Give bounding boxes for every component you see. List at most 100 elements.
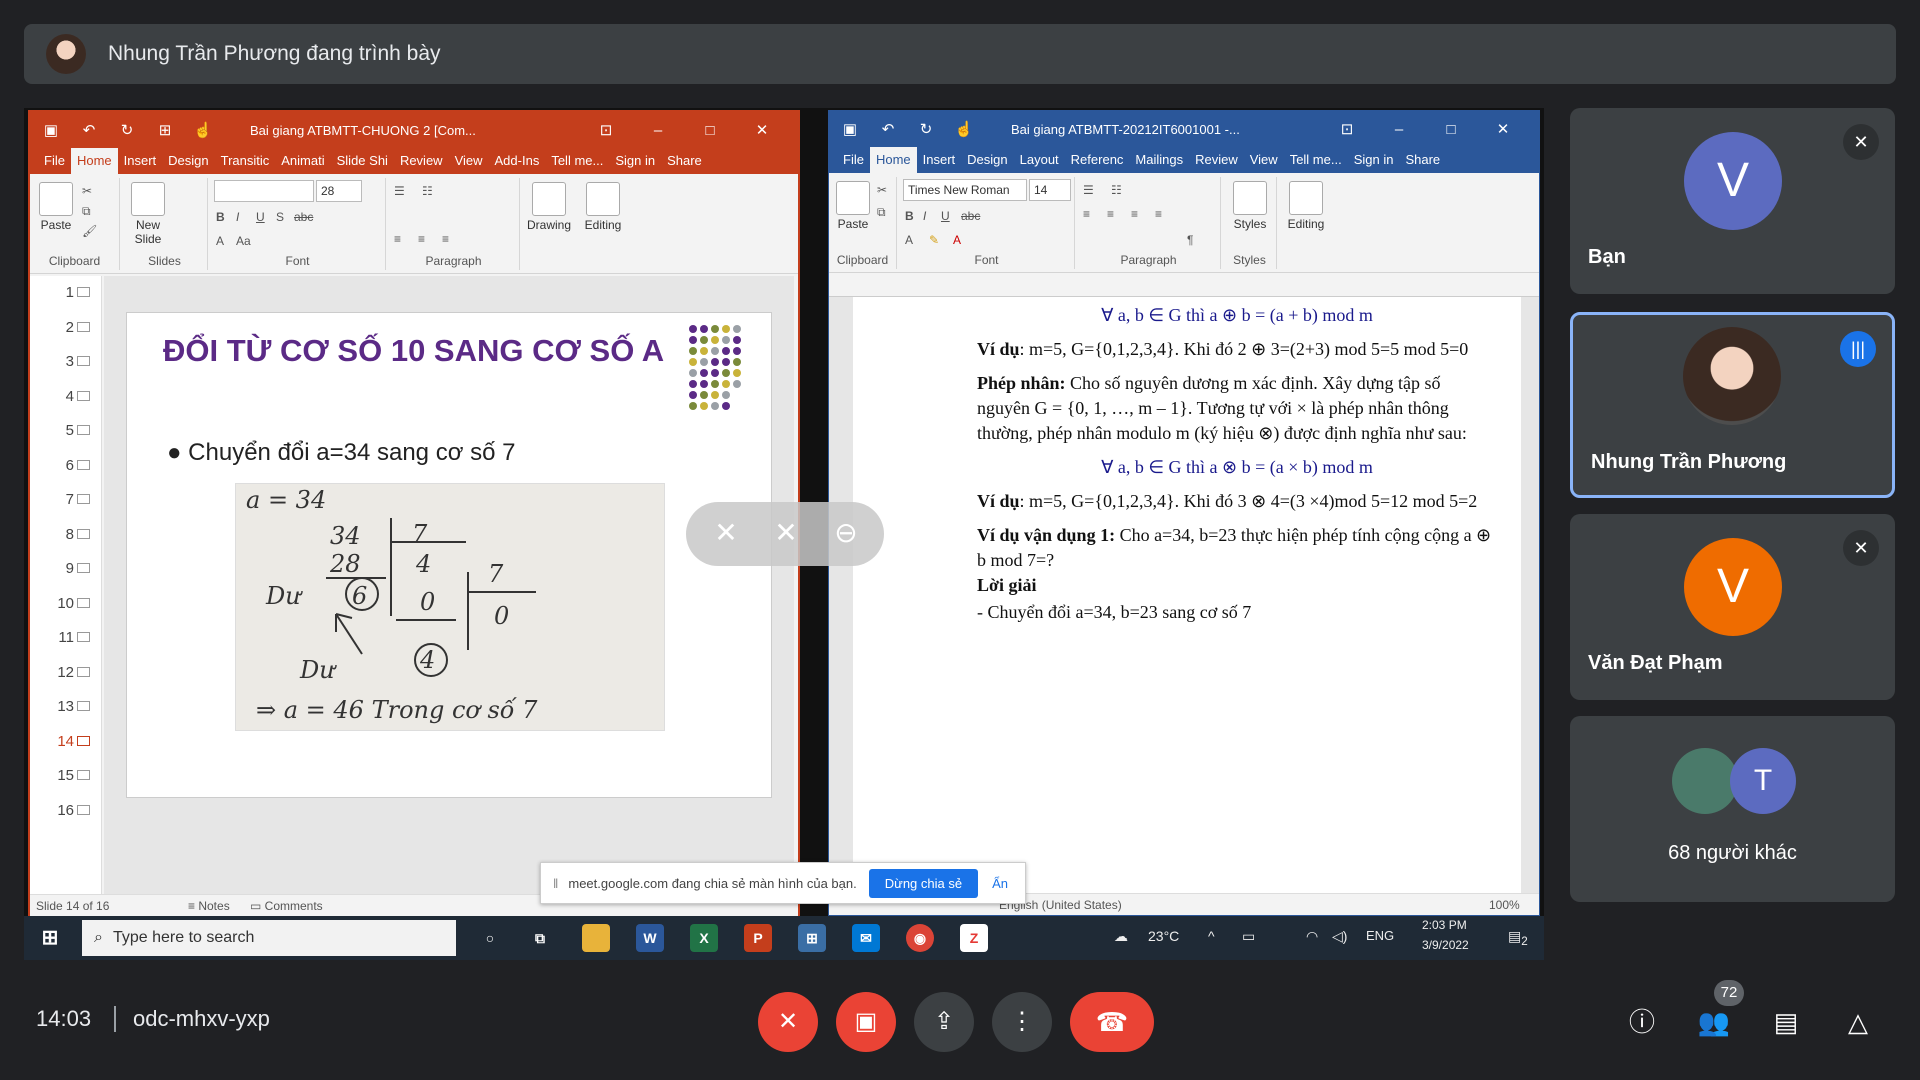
slide-thumbnail[interactable]: 6 — [30, 457, 90, 474]
slide-thumbnail[interactable]: 9 — [30, 560, 90, 577]
chrome-app-icon[interactable]: ◉ — [906, 924, 934, 952]
tab-design[interactable]: Design — [961, 147, 1013, 173]
input-language[interactable]: ENG — [1366, 928, 1394, 943]
unpin-icon[interactable]: ✕ — [708, 516, 744, 552]
editing-button[interactable]: Editing — [1281, 181, 1331, 231]
minimize-button[interactable]: – — [1373, 121, 1425, 138]
redo-icon[interactable]: ↻ — [915, 120, 937, 138]
weather-temp[interactable]: 23°C — [1148, 928, 1179, 944]
share-button[interactable]: Share — [1399, 147, 1446, 173]
excel-app-icon[interactable]: X — [690, 924, 718, 952]
bold-button[interactable]: B — [216, 210, 225, 224]
ribbon-display-icon[interactable]: ⊡ — [1321, 120, 1373, 138]
present-button[interactable]: ⇪ — [914, 992, 974, 1052]
styles-button[interactable]: Styles — [1227, 181, 1273, 231]
minimize-button[interactable]: – — [632, 122, 684, 139]
battery-icon[interactable]: ▭ — [1242, 928, 1255, 945]
participant-tile-presenter[interactable]: ||| Nhung Trần Phương — [1570, 312, 1895, 498]
tab-transitions[interactable]: Transitic — [215, 148, 276, 174]
tab-review[interactable]: Review — [394, 148, 449, 174]
numbering-icon[interactable]: ☷ — [1111, 183, 1122, 197]
save-icon[interactable]: ▣ — [40, 121, 62, 139]
remove-icon[interactable]: ⊖ — [828, 516, 864, 552]
slide-thumbnail[interactable]: 1 — [30, 284, 90, 301]
undo-icon[interactable]: ↶ — [78, 121, 100, 139]
weather-icon[interactable]: ☁ — [1114, 928, 1128, 945]
align-center-icon[interactable]: ≡ — [418, 232, 425, 246]
participant-tile-others[interactable]: T 68 người khác — [1570, 716, 1895, 902]
notification-icon[interactable]: ▤2 — [1508, 928, 1528, 948]
comments-button[interactable]: ▭ Comments — [250, 899, 323, 913]
microphone-toggle-button[interactable]: ✕ — [758, 992, 818, 1052]
slide-thumbnail[interactable]: 11 — [30, 629, 90, 646]
word-app-icon[interactable]: W — [636, 924, 664, 952]
tab-layout[interactable]: Layout — [1014, 147, 1065, 173]
share-button[interactable]: Share — [661, 148, 708, 174]
tab-insert[interactable]: Insert — [118, 148, 163, 174]
document-text[interactable]: ∀ a, b ∈ G thì a ⊕ b = (a + b) mod m Ví … — [977, 303, 1497, 634]
paste-button[interactable]: Paste — [36, 182, 76, 232]
taskbar-search[interactable]: ⌕ Type here to search — [82, 920, 456, 956]
align-right-icon[interactable]: ≡ — [442, 232, 449, 246]
powerpoint-app-icon[interactable]: P — [744, 924, 772, 952]
file-explorer-icon[interactable] — [582, 924, 610, 952]
font-color-button[interactable]: A — [953, 233, 961, 247]
sign-in-link[interactable]: Sign in — [1348, 147, 1400, 173]
sign-in-link[interactable]: Sign in — [609, 148, 661, 174]
cut-icon[interactable]: ✂ — [82, 184, 92, 198]
slide[interactable]: ĐỔI TỪ CƠ SỐ 10 SANG CƠ SỐ A ● Chuyển đổ… — [126, 312, 772, 798]
chat-button[interactable]: ▤ — [1766, 1002, 1806, 1042]
tab-view[interactable]: View — [449, 148, 489, 174]
ribbon-display-icon[interactable]: ⊡ — [580, 121, 632, 139]
tab-view[interactable]: View — [1244, 147, 1284, 173]
tab-addins[interactable]: Add-Ins — [489, 148, 546, 174]
mute-icon[interactable]: ✕ — [768, 516, 804, 552]
align-left-icon[interactable]: ≡ — [1083, 207, 1090, 221]
slide-thumbnail[interactable]: 2 — [30, 319, 90, 336]
slide-thumbnail[interactable]: 13 — [30, 698, 90, 715]
font-size-select[interactable]: 28 — [316, 180, 362, 202]
camera-toggle-button[interactable]: ▣ — [836, 992, 896, 1052]
font-name-select[interactable]: Times New Roman — [903, 179, 1027, 201]
copy-icon[interactable]: ⧉ — [877, 205, 886, 220]
tab-slideshow[interactable]: Slide Shi — [331, 148, 394, 174]
mail-app-icon[interactable]: ✉ — [852, 924, 880, 952]
tab-references[interactable]: Referenc — [1065, 147, 1130, 173]
wifi-icon[interactable]: ◠ — [1306, 928, 1318, 945]
touch-mode-icon[interactable]: ☝ — [953, 120, 975, 138]
align-left-icon[interactable]: ≡ — [394, 232, 401, 246]
tab-file[interactable]: File — [38, 148, 71, 174]
slide-thumbnail[interactable]: 15 — [30, 767, 90, 784]
slide-thumbnail[interactable]: 8 — [30, 526, 90, 543]
zalo-app-icon[interactable]: Z — [960, 924, 988, 952]
slide-thumbnail[interactable]: 7 — [30, 491, 90, 508]
tab-home[interactable]: Home — [70, 148, 118, 174]
font-name-select[interactable] — [214, 180, 314, 202]
change-case-button[interactable]: Aa — [236, 234, 251, 248]
tab-design[interactable]: Design — [162, 148, 214, 174]
slide-thumbnail[interactable]: 5 — [30, 422, 90, 439]
maximize-button[interactable]: □ — [684, 122, 736, 139]
zoom-level[interactable]: 100% — [1489, 898, 1520, 912]
cut-icon[interactable]: ✂ — [877, 183, 887, 197]
numbering-icon[interactable]: ☷ — [422, 184, 433, 198]
tab-review[interactable]: Review — [1189, 147, 1244, 173]
people-button[interactable]: 👥 — [1694, 1002, 1734, 1042]
copy-icon[interactable]: ⧉ — [82, 204, 91, 219]
slide-thumbnail[interactable]: 14 — [30, 733, 90, 750]
save-icon[interactable]: ▣ — [839, 120, 861, 138]
store-app-icon[interactable]: ⊞ — [798, 924, 826, 952]
tab-insert[interactable]: Insert — [917, 147, 962, 173]
taskbar-date[interactable]: 3/9/2022 — [1422, 938, 1469, 952]
more-options-button[interactable]: ⋮ — [992, 992, 1052, 1052]
bold-button[interactable]: B — [905, 209, 914, 223]
underline-button[interactable]: U — [941, 209, 950, 223]
notes-button[interactable]: ≡ Notes — [188, 899, 230, 913]
drawing-button[interactable]: Drawing — [524, 182, 574, 232]
tell-me-search[interactable]: Tell me... — [545, 148, 609, 174]
slide-thumbnail[interactable]: 12 — [30, 664, 90, 681]
pilcrow-icon[interactable]: ¶ — [1187, 233, 1193, 247]
text-effects-button[interactable]: A — [905, 233, 913, 247]
taskbar-time[interactable]: 2:03 PM — [1422, 918, 1467, 932]
touch-mode-icon[interactable]: ☝ — [192, 121, 214, 139]
